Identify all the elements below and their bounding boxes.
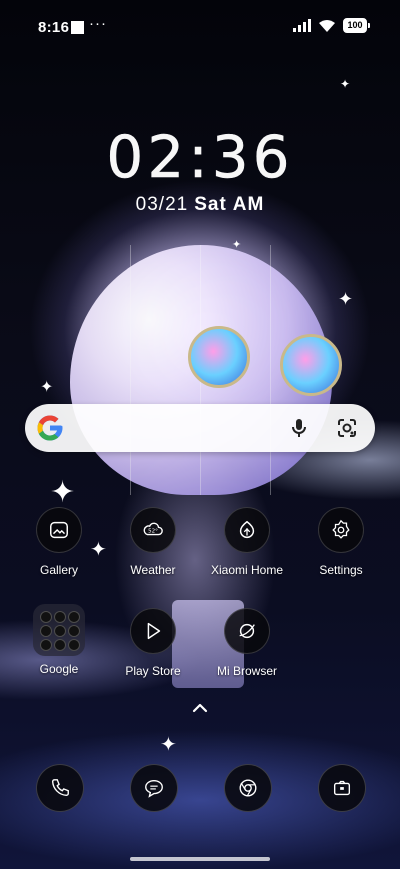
sparkle-icon: ✦ <box>338 289 354 309</box>
app-mi-browser[interactable]: Mi Browser <box>197 608 297 678</box>
app-xiaomi-home[interactable]: Xiaomi Home <box>197 507 297 577</box>
sunglasses-illustration <box>188 322 342 396</box>
sparkle-icon: ✦ <box>232 239 242 251</box>
app-play-store[interactable]: Play Store <box>103 608 203 678</box>
more-notifications-icon: ··· <box>89 15 107 32</box>
google-folder-icon <box>33 604 85 656</box>
date-text: 03/21 <box>135 194 189 215</box>
wifi-icon <box>319 19 335 32</box>
app-label: Mi Browser <box>216 664 277 678</box>
app-label: Settings <box>319 563 363 577</box>
app-label: Gallery <box>39 563 78 577</box>
sparkle-icon: ✦ <box>40 379 54 396</box>
mic-icon[interactable] <box>287 416 311 440</box>
dock-messages[interactable] <box>130 764 178 812</box>
status-indicators: 100 <box>293 18 370 33</box>
sparkle-icon: ✦ <box>340 77 351 91</box>
app-gallery[interactable]: Gallery <box>9 507 109 577</box>
home-indicator[interactable] <box>130 857 270 861</box>
app-label: Play Store <box>125 664 181 678</box>
am-pm: AM <box>232 194 265 215</box>
play-store-icon <box>130 608 176 654</box>
browser-icon <box>224 608 270 654</box>
dock-phone[interactable] <box>36 764 84 812</box>
dock-camera[interactable] <box>318 764 366 812</box>
chrome-icon <box>239 779 257 797</box>
sparkle-icon: ✦ <box>50 476 76 509</box>
phone-icon <box>51 779 69 797</box>
status-bar: 8:16 ··· 100 <box>0 0 400 52</box>
status-time: 8:16 <box>38 19 70 36</box>
app-weather[interactable]: 52° Weather <box>103 507 203 577</box>
app-label: Google <box>39 662 79 676</box>
camera-icon <box>333 780 351 796</box>
gallery-icon <box>36 507 82 553</box>
clock-widget[interactable]: 02:36 <box>0 122 400 192</box>
xiaomi-home-icon <box>224 507 270 553</box>
messages-icon <box>145 779 163 798</box>
date-widget[interactable]: 03/21 Sat AM <box>0 194 400 216</box>
lens-icon[interactable] <box>335 416 359 440</box>
app-settings[interactable]: Settings <box>291 507 391 577</box>
google-search-bar[interactable] <box>25 404 375 452</box>
weather-temp-badge: 52° <box>148 528 158 534</box>
notification-square-icon <box>71 21 84 34</box>
day-of-week: Sat <box>194 194 227 215</box>
chevron-up-icon[interactable] <box>190 700 210 716</box>
clock-time: 02:36 <box>106 123 294 192</box>
signal-icon <box>293 19 311 32</box>
weather-icon: 52° <box>130 507 176 553</box>
sparkle-icon: ✦ <box>160 734 177 756</box>
battery-level: 100 <box>343 18 367 33</box>
app-label: Xiaomi Home <box>210 563 284 577</box>
battery-icon: 100 <box>343 18 370 33</box>
settings-icon <box>318 507 364 553</box>
app-folder-google[interactable]: Google <box>9 604 109 676</box>
dock-chrome[interactable] <box>224 764 272 812</box>
google-g-icon <box>37 415 63 441</box>
app-label: Weather <box>130 563 176 577</box>
